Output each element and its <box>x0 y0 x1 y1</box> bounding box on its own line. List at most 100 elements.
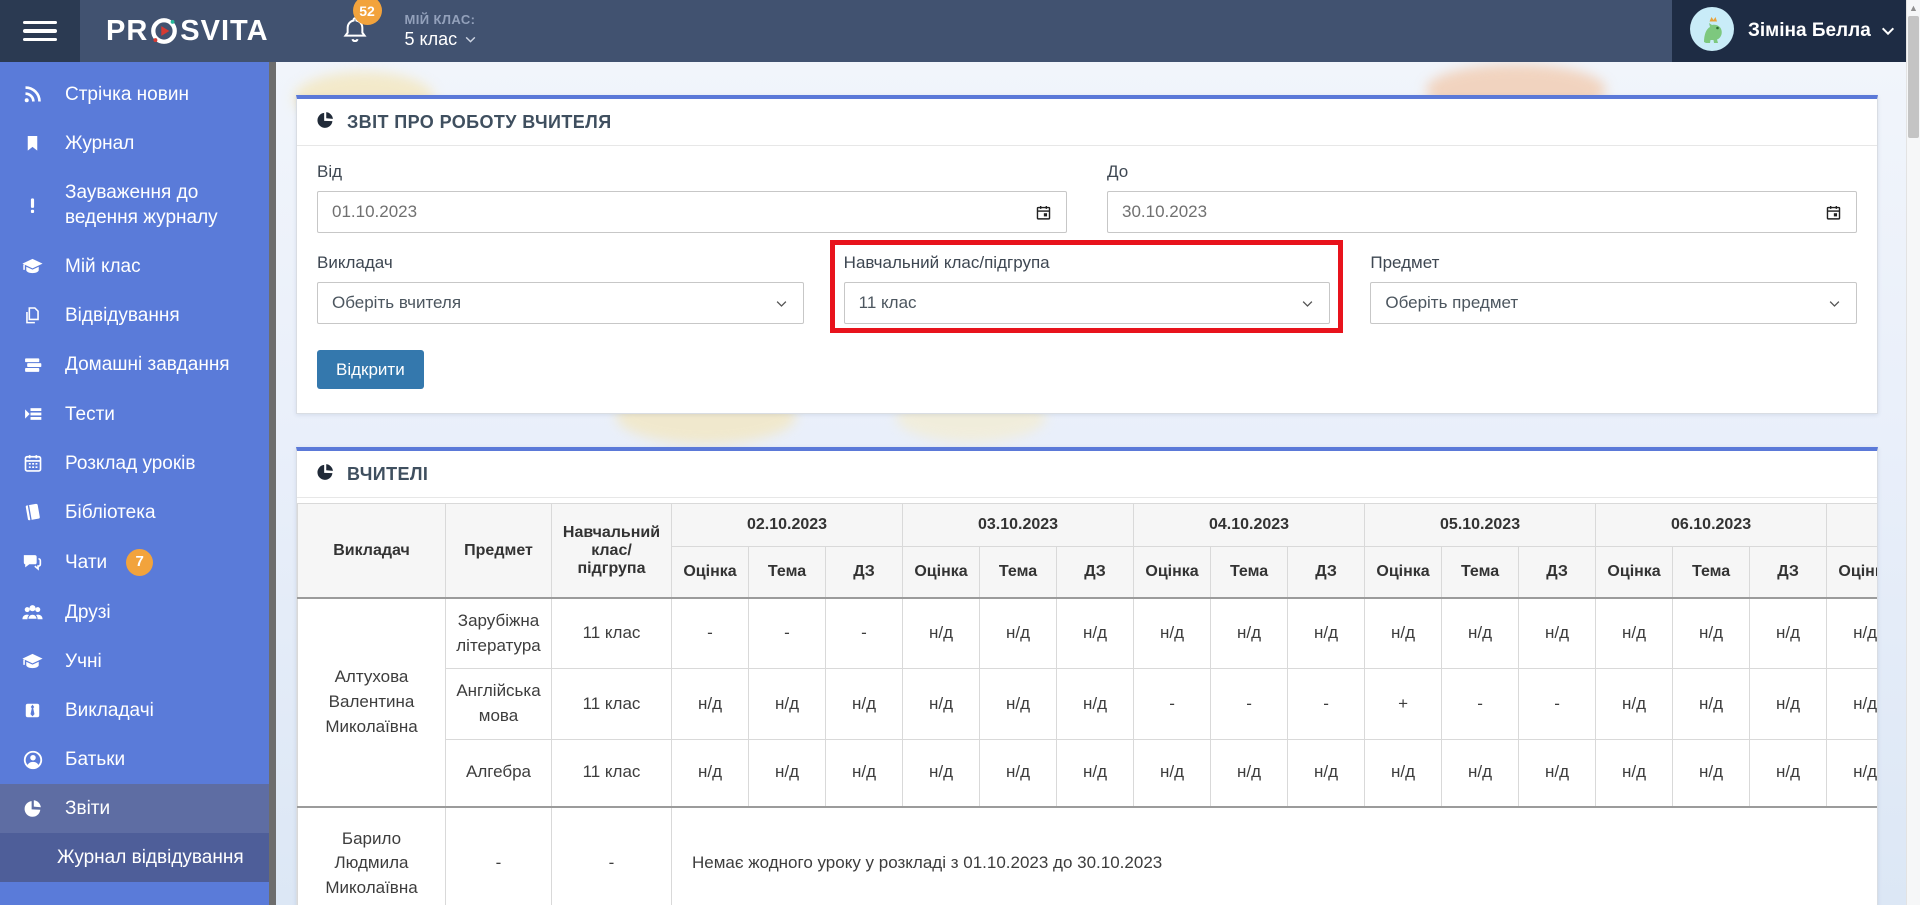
sidebar-item-label: Стрічка новин <box>65 84 189 105</box>
sidebar-item-14[interactable]: Звіти <box>0 784 269 834</box>
calendar-icon <box>1036 205 1051 220</box>
class-select-value: 11 клас <box>858 293 917 312</box>
date-group-header-2: 04.10.2023 <box>1133 503 1366 547</box>
calendar-icon <box>1826 205 1841 220</box>
teachers-table-wrap: Викладач Предмет Навчальний клас/ підгрупа… <box>297 503 1877 905</box>
mark-cell: н/д <box>1364 738 1443 808</box>
column-header-0: Викладач <box>297 503 446 599</box>
table-row: Алтухова Валентина Миколаївна Зарубіжна л… <box>297 597 1877 808</box>
subject-select[interactable]: Оберіть предмет <box>1370 282 1858 324</box>
sidebar-item-3[interactable]: Мій клас <box>0 242 269 291</box>
window-scrollbar[interactable]: ▲ <box>1906 0 1920 905</box>
date-from-input[interactable]: 01.10.2023 <box>317 191 1067 233</box>
notifications-count-badge: 52 <box>352 0 382 25</box>
sub-column-header: ДЗ <box>1749 546 1828 599</box>
sidebar-item-1[interactable]: Журнал <box>0 119 269 168</box>
sidebar-item-11[interactable]: Учні <box>0 637 269 686</box>
mark-cell: н/д <box>902 597 981 670</box>
sub-column-header: Тема <box>1210 546 1289 599</box>
mark-cell: - <box>748 597 826 670</box>
mark-cell: н/д <box>824 668 904 740</box>
sub-column-header: Оцінка <box>1133 546 1212 599</box>
chat-icon <box>19 551 46 573</box>
sidebar-item-4[interactable]: Відвідування <box>0 291 269 340</box>
mark-cell: н/д <box>1672 668 1751 740</box>
mark-cell: н/д <box>1595 597 1674 670</box>
mark-cell: - <box>824 597 904 670</box>
class-select-label: Навчальний клас/підгрупа <box>843 253 1050 272</box>
sidebar-item-10[interactable]: Друзі <box>0 588 269 637</box>
sidebar-item-15[interactable]: Журнал відвідування <box>0 833 269 883</box>
subject-select-label: Предмет <box>1370 253 1440 272</box>
column-header-2: Навчальний клас/ підгрупа <box>551 503 672 599</box>
mark-cell: н/д <box>902 738 981 808</box>
mark-cell-overflow: н/д <box>1826 597 1877 670</box>
mark-cell: н/д <box>1056 668 1135 740</box>
date-to-input[interactable]: 30.10.2023 <box>1107 191 1857 233</box>
app-logo[interactable]: PR SVITA <box>106 0 269 62</box>
mark-cell: н/д <box>1749 738 1828 808</box>
pie-chart-icon <box>19 798 46 819</box>
mark-cell: н/д <box>1133 597 1212 670</box>
topbar: PR SVITA 52 МІЙ КЛАС: 5 клас Зіміна Белл… <box>0 0 1920 62</box>
mark-cell: н/д <box>1441 597 1520 670</box>
date-from-value: 01.10.2023 <box>332 202 418 221</box>
sidebar-item-8[interactable]: Бібліотека <box>0 488 269 537</box>
sidebar-item-label: Розклад уроків <box>65 452 196 474</box>
avatar <box>1690 6 1734 56</box>
hamburger-icon <box>23 16 57 47</box>
mark-cell: - <box>1287 668 1366 740</box>
mark-cell: - <box>1518 668 1597 740</box>
class-group-cell: - <box>551 805 672 905</box>
mark-cell: н/д <box>1210 597 1289 670</box>
sidebar-item-0[interactable]: Стрічка новин <box>0 70 269 119</box>
sidebar-item-label: Друзі <box>65 601 111 623</box>
sub-column-header-overflow: Оцінка <box>1826 546 1877 599</box>
chats-count-badge: 7 <box>126 548 154 576</box>
column-header-1: Предмет <box>445 503 552 599</box>
person-circle-icon <box>19 749 46 771</box>
book-icon <box>19 502 46 522</box>
scrollbar-thumb[interactable] <box>1908 16 1919 138</box>
mark-cell: н/д <box>748 668 826 740</box>
sidebar-scrollbar[interactable] <box>269 62 276 905</box>
sidebar-item-9[interactable]: Чати 7 <box>0 537 269 588</box>
sidebar-item-6[interactable]: Тести <box>0 390 269 439</box>
teachers-panel: ВЧИТЕЛІ Викладач Предмет Навчальний клас/ … <box>296 447 1878 905</box>
sub-column-header: Оцінка <box>902 546 981 599</box>
class-group-cell: 11 клас <box>551 597 672 670</box>
sidebar-item-label: Домашні завдання <box>65 354 230 376</box>
class-select[interactable]: 11 клас <box>843 282 1331 324</box>
chevron-down-icon <box>1303 300 1313 307</box>
scroll-up-arrow-icon[interactable]: ▲ <box>1907 3 1920 13</box>
hamburger-menu-button[interactable] <box>0 0 80 62</box>
user-menu[interactable]: Зіміна Белла <box>1672 0 1907 62</box>
sidebar-item-7[interactable]: Розклад уроків <box>0 439 269 488</box>
sidebar-item-2[interactable]: Зауваження до ведення журналу <box>0 168 269 242</box>
sub-column-header: ДЗ <box>1287 546 1366 599</box>
open-button[interactable]: Відкрити <box>317 350 424 389</box>
teacher-select-value: Оберіть вчителя <box>332 293 462 312</box>
pages-icon <box>19 306 46 325</box>
date-group-header-3: 05.10.2023 <box>1364 503 1597 547</box>
sidebar-item-label: Викладачі <box>65 699 154 721</box>
mark-cell: н/д <box>671 668 749 740</box>
sidebar-item-label: Звіти <box>65 798 111 820</box>
my-class-dropdown[interactable]: МІЙ КЛАС: 5 клас <box>405 0 478 62</box>
mark-cell: н/д <box>1056 597 1135 670</box>
sidebar-item-13[interactable]: Батьки <box>0 735 269 784</box>
mark-cell: н/д <box>1210 738 1289 808</box>
rss-icon <box>19 84 46 105</box>
no-lessons-message-cell: Немає жодного уроку у розкладі з 01.10.2… <box>670 805 1877 905</box>
sub-column-header: Тема <box>1441 546 1520 599</box>
sidebar-item-12[interactable]: Викладачі <box>0 686 269 735</box>
sub-column-header: ДЗ <box>1518 546 1597 599</box>
mark-cell: н/д <box>1364 597 1443 670</box>
sidebar-item-label: Чати <box>65 551 108 573</box>
sidebar-item-label: Журнал <box>65 133 135 155</box>
teacher-select[interactable]: Оберіть вчителя <box>317 282 804 324</box>
sidebar-item-5[interactable]: Домашні завдання <box>0 340 269 389</box>
notifications-button[interactable]: 52 <box>341 0 382 62</box>
mark-cell: - <box>1133 668 1212 740</box>
users-icon <box>19 601 46 624</box>
